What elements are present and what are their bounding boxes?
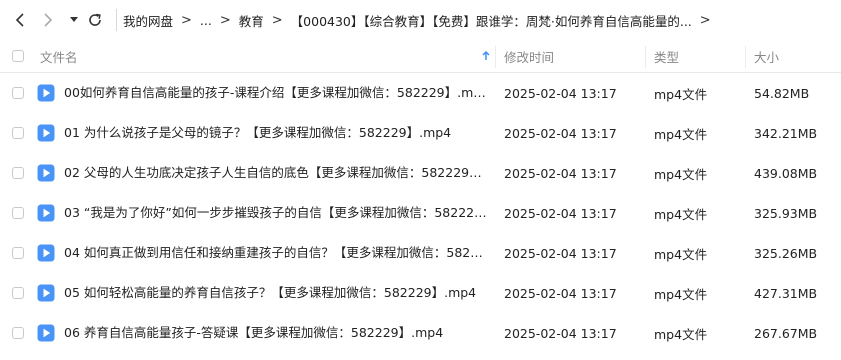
file-type: mp4文件 (654, 86, 708, 102)
file-type: mp4文件 (654, 126, 708, 142)
refresh-icon (89, 13, 101, 26)
file-name[interactable]: 06 养育自信高能量孩子-答疑课【更多课程加微信：582229】.mp4 (64, 313, 488, 353)
column-header-modified[interactable]: 修改时间 (504, 40, 554, 72)
file-modified-time: 2025-02-04 13:17 (504, 325, 617, 341)
history-dropdown-button[interactable] (63, 9, 85, 31)
file-modified-time: 2025-02-04 13:17 (504, 85, 617, 101)
breadcrumb-item-collapsed[interactable]: ... (200, 13, 212, 28)
file-modified-time: 2025-02-04 13:17 (504, 285, 617, 301)
file-name[interactable]: 05 如何轻松高能量的养育自信孩子？【更多课程加微信：582229】.mp4 (64, 273, 488, 313)
chevron-right-icon (44, 13, 53, 27)
file-type: mp4文件 (654, 206, 708, 222)
breadcrumb-item-education[interactable]: 教育 (239, 11, 264, 30)
file-row[interactable]: 06 养育自信高能量孩子-答疑课【更多课程加微信：582229】.mp4 202… (0, 313, 841, 353)
forward-button[interactable] (37, 9, 59, 31)
column-header-size-label: 大小 (754, 49, 780, 65)
video-file-icon (37, 244, 55, 262)
file-row[interactable]: 05 如何轻松高能量的养育自信孩子？【更多课程加微信：582229】.mp4 2… (0, 273, 841, 313)
row-checkbox[interactable] (12, 287, 24, 299)
row-checkbox[interactable] (12, 87, 24, 99)
column-header-size[interactable]: 大小 (754, 40, 779, 72)
breadcrumb-separator: > (181, 12, 192, 28)
chevron-left-icon (15, 13, 24, 27)
video-file-icon (37, 164, 55, 182)
video-file-icon (37, 284, 55, 302)
select-all-checkbox[interactable] (12, 50, 24, 62)
file-modified-time: 2025-02-04 13:17 (504, 165, 617, 181)
file-type: mp4文件 (654, 326, 708, 342)
column-divider[interactable] (495, 46, 496, 68)
back-button[interactable] (9, 9, 31, 31)
file-name[interactable]: 02 父母的人生功底决定孩子人生自信的底色【更多课程加微信：582229】.m.… (64, 153, 488, 193)
arrow-up-icon[interactable] (482, 51, 490, 61)
file-size: 325.26MB (754, 245, 818, 261)
file-row[interactable]: 02 父母的人生功底决定孩子人生自信的底色【更多课程加微信：582229】.m.… (0, 153, 841, 193)
row-checkbox[interactable] (12, 127, 24, 139)
refresh-button[interactable] (84, 9, 106, 31)
file-size: 427.31MB (754, 285, 818, 301)
file-size: 342.21MB (754, 125, 818, 141)
file-name[interactable]: 01 为什么说孩子是父母的镜子？【更多课程加微信：582229】.mp4 (64, 113, 488, 153)
video-file-icon (37, 204, 55, 222)
breadcrumb-item-my-drive[interactable]: 我的网盘 (123, 11, 173, 30)
video-file-icon (37, 84, 55, 102)
file-modified-time: 2025-02-04 13:17 (504, 125, 617, 141)
column-header-name[interactable]: 文件名 (40, 40, 78, 72)
file-list-header: 文件名 修改时间 类型 大小 (0, 40, 841, 73)
column-divider[interactable] (645, 46, 646, 68)
file-row[interactable]: 00如何养育自信高能量的孩子-课程介绍【更多课程加微信：582229】.mp4 … (0, 73, 841, 113)
file-type: mp4文件 (654, 246, 708, 262)
file-size: 325.93MB (754, 205, 818, 221)
caret-down-icon (70, 17, 78, 22)
file-row[interactable]: 01 为什么说孩子是父母的镜子？【更多课程加微信：582229】.mp4 202… (0, 113, 841, 153)
row-checkbox[interactable] (12, 207, 24, 219)
breadcrumb-separator: > (699, 12, 711, 28)
column-divider[interactable] (745, 46, 746, 68)
file-size: 267.67MB (754, 325, 818, 341)
breadcrumb: 我的网盘 > ... > 教育 > 【000430】【综合教育】【免费】跟谁学：… (116, 0, 841, 40)
column-header-type[interactable]: 类型 (654, 40, 679, 72)
column-header-name-label: 文件名 (40, 49, 78, 65)
file-modified-time: 2025-02-04 13:17 (504, 245, 617, 261)
file-modified-time: 2025-02-04 13:17 (504, 205, 617, 221)
file-name[interactable]: 00如何养育自信高能量的孩子-课程介绍【更多课程加微信：582229】.mp4 (64, 73, 488, 113)
video-file-icon (37, 324, 55, 342)
file-size: 54.82MB (754, 85, 810, 101)
breadcrumb-divider (116, 9, 117, 31)
file-name[interactable]: 03 “我是为了你好”如何一步步摧毁孩子的自信【更多课程加微信：582229..… (64, 193, 488, 233)
row-checkbox[interactable] (12, 167, 24, 179)
file-row[interactable]: 04 如何真正做到用信任和接纳重建孩子的自信？【更多课程加微信：582229..… (0, 233, 841, 273)
video-file-icon (37, 124, 55, 142)
file-type: mp4文件 (654, 286, 708, 302)
file-type: mp4文件 (654, 166, 708, 182)
column-header-type-label: 类型 (654, 49, 680, 65)
breadcrumb-separator: > (219, 12, 231, 28)
row-checkbox[interactable] (12, 327, 24, 339)
file-size: 439.08MB (754, 165, 818, 181)
row-checkbox[interactable] (12, 247, 24, 259)
file-name[interactable]: 04 如何真正做到用信任和接纳重建孩子的自信？【更多课程加微信：582229..… (64, 233, 488, 273)
column-header-modified-label: 修改时间 (504, 49, 555, 65)
file-row[interactable]: 03 “我是为了你好”如何一步步摧毁孩子的自信【更多课程加微信：582229..… (0, 193, 841, 233)
toolbar: 我的网盘 > ... > 教育 > 【000430】【综合教育】【免费】跟谁学：… (0, 0, 841, 40)
breadcrumb-item-current-folder[interactable]: 【000430】【综合教育】【免费】跟谁学：周梵·如何养育自信高能量的... (291, 11, 692, 30)
breadcrumb-separator: > (271, 12, 283, 28)
